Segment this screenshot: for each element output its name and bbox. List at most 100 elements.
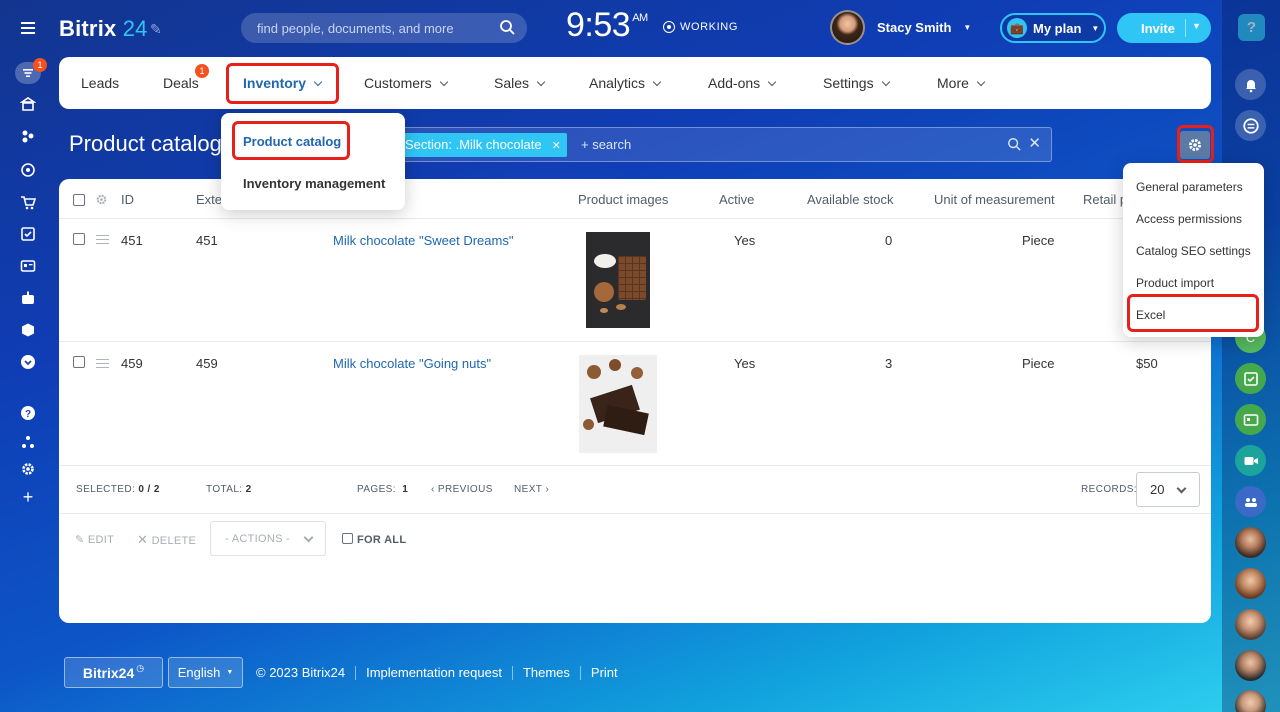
crm-icon[interactable] [19, 127, 37, 145]
records-per-page-select[interactable]: 20 [1136, 472, 1200, 507]
my-plan-button[interactable]: 💼 My plan ▼ [1000, 13, 1106, 43]
contact-avatar-3[interactable] [1235, 609, 1266, 640]
settings-item-general[interactable]: General parameters [1136, 180, 1243, 194]
cart-icon[interactable] [19, 193, 37, 211]
contact-avatar-5[interactable] [1235, 690, 1266, 712]
chevron-left-icon: ‹ [431, 484, 435, 495]
chat-icon[interactable] [1235, 110, 1266, 141]
filter-bar[interactable]: Section: .Milk chocolate ✕ + search ✕ [358, 127, 1052, 162]
product-image-sweet-dreams[interactable] [586, 232, 650, 328]
col-header-unit[interactable]: Unit of measurement [934, 192, 1055, 207]
building-icon[interactable] [19, 95, 37, 113]
delete-button[interactable]: ✕ DELETE [137, 532, 196, 548]
settings-item-import[interactable]: Product import [1136, 276, 1214, 290]
row-menu-icon[interactable] [96, 235, 109, 244]
menu-item-addons[interactable]: Add-ons [708, 75, 777, 91]
menu-item-deals[interactable]: Deals [163, 75, 199, 91]
menu-item-more[interactable]: More [937, 75, 986, 91]
for-all-checkbox[interactable] [342, 533, 353, 544]
next-page-link[interactable]: NEXT › [514, 484, 549, 495]
page-title: Product catalog [69, 131, 222, 156]
row-external-id: 459 [196, 356, 218, 371]
row-checkbox[interactable] [73, 356, 85, 368]
tasks-app-icon[interactable] [1235, 363, 1266, 394]
robot-icon[interactable] [19, 289, 37, 307]
footer-link-print[interactable]: Print [591, 665, 618, 680]
col-header-id[interactable]: ID [121, 192, 134, 207]
row-external-id: 451 [196, 233, 218, 248]
col-header-retail[interactable]: Retail p [1083, 192, 1127, 207]
chevron-down-icon: ▼ [1091, 23, 1100, 33]
select-all-checkbox[interactable] [73, 194, 85, 206]
contact-app-icon[interactable] [1235, 404, 1266, 435]
for-all-label: FOR ALL [357, 534, 407, 546]
clock[interactable]: 9:53 AM [566, 6, 648, 45]
settings-item-seo[interactable]: Catalog SEO settings [1136, 244, 1251, 258]
col-header-stock[interactable]: Available stock [807, 192, 893, 207]
row-menu-icon[interactable] [96, 359, 109, 368]
menu-item-leads[interactable]: Leads [81, 75, 119, 91]
contact-avatar-1[interactable] [1235, 527, 1266, 558]
menu-item-sales[interactable]: Sales [494, 75, 546, 91]
footer-link-themes[interactable]: Themes [523, 665, 570, 680]
records-label: RECORDS: [1081, 484, 1137, 495]
target-icon[interactable] [19, 161, 37, 179]
help-circle-icon[interactable]: ? [19, 404, 37, 422]
filter-search-input[interactable]: + search [581, 137, 631, 152]
actions-select[interactable]: - ACTIONS - [210, 521, 326, 556]
user-menu[interactable]: Stacy Smith ▼ [830, 10, 971, 45]
contact-avatar-4[interactable] [1235, 650, 1266, 681]
bitrix24-footer-button[interactable]: Bitrix24 ◷ [64, 657, 163, 688]
invite-button[interactable]: Invite ▼ [1117, 13, 1211, 43]
settings-gear-icon[interactable] [19, 460, 37, 478]
row-id: 451 [121, 233, 143, 248]
clear-filter-icon[interactable]: ✕ [1028, 134, 1041, 152]
box-icon[interactable] [19, 321, 37, 339]
chevron-circle-icon[interactable] [19, 353, 37, 371]
edit-button[interactable]: ✎ EDIT [75, 533, 114, 546]
chevron-down-icon [1176, 483, 1187, 494]
filter-chip[interactable]: Section: .Milk chocolate ✕ [399, 133, 567, 157]
menu-item-customers[interactable]: Customers [364, 75, 448, 91]
group-chat-icon[interactable] [1235, 486, 1266, 517]
row-id: 459 [121, 356, 143, 371]
search-icon[interactable] [1007, 137, 1021, 151]
plus-icon[interactable]: + [19, 487, 37, 507]
tasks-icon[interactable] [19, 225, 37, 243]
previous-page-link[interactable]: ‹ PREVIOUS [431, 484, 493, 495]
row-checkbox[interactable] [73, 233, 85, 245]
chip-close-icon[interactable]: ✕ [552, 140, 561, 152]
chevron-down-icon [439, 77, 448, 87]
footer-link-implementation[interactable]: Implementation request [366, 665, 502, 680]
pencil-icon: ✎ [75, 534, 85, 546]
dropdown-item-inventory-management[interactable]: Inventory management [243, 176, 385, 191]
product-name-link[interactable]: Milk chocolate "Sweet Dreams" [333, 233, 513, 248]
chevron-down-icon [303, 532, 314, 543]
video-call-icon[interactable] [1235, 445, 1266, 476]
contact-avatar-2[interactable] [1235, 568, 1266, 599]
chevron-down-icon: ▼ [1192, 21, 1201, 31]
col-header-external[interactable]: Exte [196, 192, 222, 207]
column-settings-icon[interactable] [95, 193, 108, 206]
chevron-down-icon [767, 77, 777, 87]
col-header-images[interactable]: Product images [578, 192, 668, 207]
language-select[interactable]: English ▼ [168, 657, 243, 688]
global-search-input[interactable]: find people, documents, and more [241, 13, 527, 43]
work-status[interactable]: WORKING [663, 21, 738, 33]
product-name-link[interactable]: Milk chocolate "Going nuts" [333, 356, 491, 371]
user-name: Stacy Smith [877, 20, 952, 35]
pencil-icon[interactable]: ✎ [150, 21, 162, 38]
contact-card-icon[interactable] [19, 257, 37, 275]
footer-links: © 2023 Bitrix24 Implementation request T… [256, 665, 618, 680]
bell-icon[interactable] [1235, 69, 1266, 100]
col-header-active[interactable]: Active [719, 192, 754, 207]
settings-item-access[interactable]: Access permissions [1136, 212, 1242, 226]
product-grid: ID Exte Product images Active Available … [59, 179, 1211, 623]
bitrix24-logo[interactable]: Bitrix 24 [59, 16, 148, 42]
product-image-going-nuts[interactable] [579, 355, 657, 453]
menu-item-analytics[interactable]: Analytics [589, 75, 662, 91]
gear-highlight [1177, 125, 1214, 163]
copyright-text: © 2023 Bitrix24 [256, 665, 346, 680]
sitemap-icon[interactable] [19, 433, 37, 451]
menu-item-settings[interactable]: Settings [823, 75, 890, 91]
